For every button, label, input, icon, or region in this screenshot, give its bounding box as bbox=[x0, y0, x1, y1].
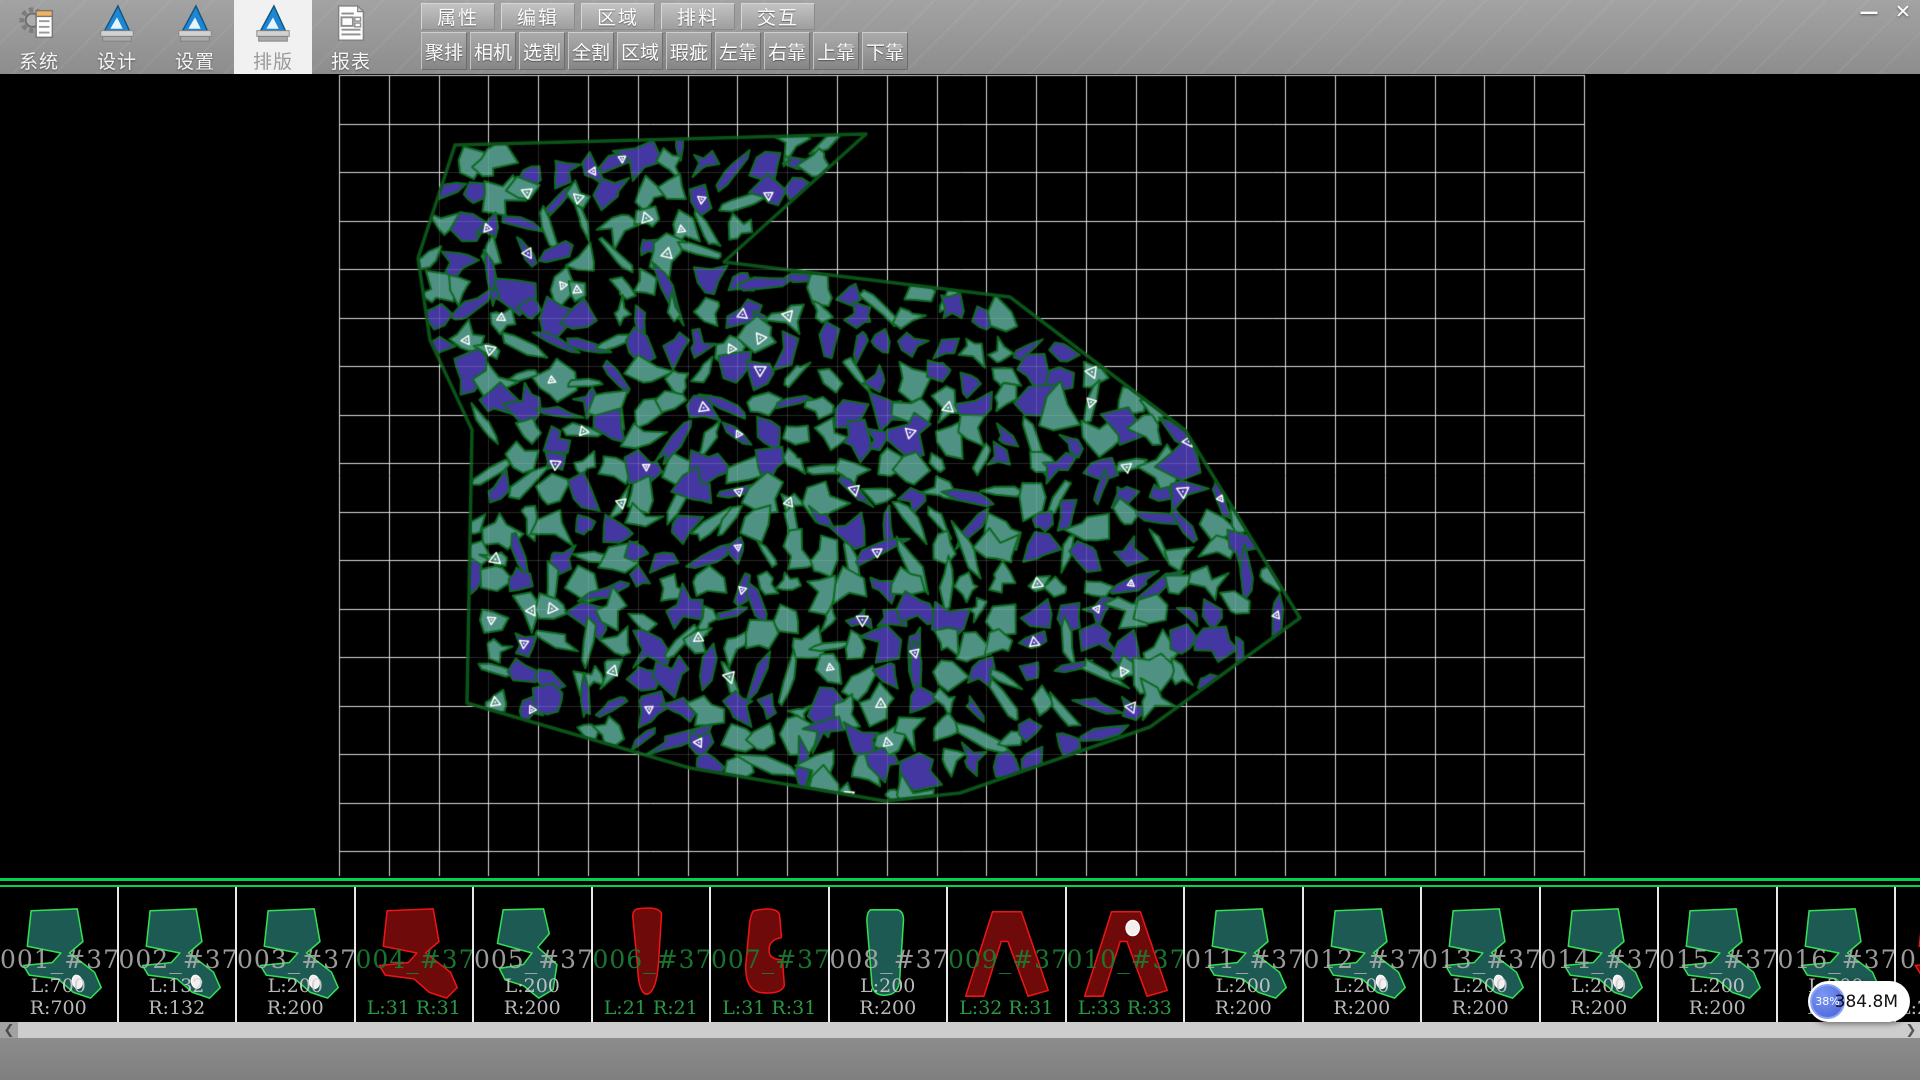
part-size-label: L:200 R:200 bbox=[1541, 975, 1658, 1019]
app-button-label: 系统 bbox=[19, 47, 59, 74]
part-size-label: L:200 R:200 bbox=[1304, 975, 1421, 1019]
part-name: 003_#37 bbox=[237, 945, 354, 974]
toolbar: 系统设计设置排版报表 属性编辑区域排料交互 聚排相机选割全割区域瑕疵左靠右靠上靠… bbox=[0, 0, 1920, 74]
part-thumbnail[interactable]: 009_#37 L:32 R:31 bbox=[948, 887, 1067, 1022]
part-size-label: L:32 R:31 bbox=[948, 997, 1065, 1019]
part-size-label: L:132 R:132 bbox=[119, 975, 236, 1019]
part-thumbnail[interactable]: 008_#37L:200 R:200 bbox=[830, 887, 949, 1022]
parts-panel-top-border bbox=[0, 878, 1920, 881]
scroll-left-arrow-icon[interactable]: ❮ bbox=[0, 1022, 18, 1038]
setsquare-icon bbox=[96, 4, 138, 44]
horizontal-scrollbar[interactable]: ❮ ❯ bbox=[0, 1022, 1920, 1038]
part-thumbnail[interactable]: 002_#37L:132 R:132 bbox=[119, 887, 238, 1022]
part-size-label: L:200 R:200 bbox=[1422, 975, 1539, 1019]
part-thumbnail[interactable]: 006_#37 L:21 R:21 bbox=[593, 887, 712, 1022]
part-thumbnail[interactable]: 015_#37L:200 R:200 bbox=[1659, 887, 1778, 1022]
window-controls: — ✕ bbox=[1856, 0, 1916, 24]
part-thumbnail[interactable]: 012_#37L:200 R:200 bbox=[1304, 887, 1423, 1022]
part-size-label: L:200 R:200 bbox=[830, 975, 947, 1019]
part-thumbnail[interactable]: 011_#37L:200 R:200 bbox=[1185, 887, 1304, 1022]
part-name: 007_#37 bbox=[711, 945, 828, 974]
action-button-snap-right[interactable]: 右靠 bbox=[764, 32, 810, 70]
setsquare-icon bbox=[174, 4, 216, 44]
part-name: 016_#37 bbox=[1778, 945, 1895, 974]
scroll-right-arrow-icon[interactable]: ❯ bbox=[1902, 1022, 1920, 1038]
menu-tab-nesting[interactable]: 排料 bbox=[661, 3, 735, 30]
part-thumbnail[interactable]: 007_#37 L:31 R:31 bbox=[711, 887, 830, 1022]
part-size-label: L:700 R:700 bbox=[0, 975, 117, 1019]
window-close-button[interactable]: ✕ bbox=[1890, 0, 1916, 24]
part-name: 011_#37 bbox=[1185, 945, 1302, 974]
part-thumbnail[interactable]: 005_#37L:200 R:200 bbox=[474, 887, 593, 1022]
action-button-flaw[interactable]: 瑕疵 bbox=[666, 32, 712, 70]
app-button-report[interactable]: 报表 bbox=[312, 0, 390, 74]
part-size-label: L:31 R:31 bbox=[356, 997, 473, 1019]
part-thumbnail[interactable]: 004_#37 L:31 R:31 bbox=[356, 887, 475, 1022]
menu-tab-region[interactable]: 区域 bbox=[581, 3, 655, 30]
part-name: 010_#37 bbox=[1067, 945, 1184, 974]
part-thumbnail[interactable]: 001_#37L:700 R:700 bbox=[0, 887, 119, 1022]
app-button-label: 设置 bbox=[175, 47, 215, 74]
app-button-label: 设计 bbox=[97, 47, 137, 74]
part-name: 008_#37 bbox=[830, 945, 947, 974]
part-name: 005_#37 bbox=[474, 945, 591, 974]
window-minimize-button[interactable]: — bbox=[1856, 0, 1882, 24]
part-name: 0 bbox=[1896, 945, 1920, 974]
part-name: 012_#37 bbox=[1304, 945, 1421, 974]
app-button-setup[interactable]: 设置 bbox=[156, 0, 234, 74]
menu-tab-interact[interactable]: 交互 bbox=[741, 3, 815, 30]
part-size-label: L:200 R:200 bbox=[237, 975, 354, 1019]
parts-list: 001_#37L:700 R:700002_#37L:132 R:132003_… bbox=[0, 887, 1920, 1022]
part-name: 013_#37 bbox=[1422, 945, 1539, 974]
part-size-label: L:31 R:31 bbox=[711, 997, 828, 1019]
action-button-snap-down[interactable]: 下靠 bbox=[862, 32, 908, 70]
action-buttons: 聚排相机选割全割区域瑕疵左靠右靠上靠下靠 bbox=[421, 32, 908, 70]
part-name: 004_#37 bbox=[356, 945, 473, 974]
report-icon bbox=[330, 4, 372, 44]
menu-tab-edit[interactable]: 编辑 bbox=[501, 3, 575, 30]
part-name: 015_#37 bbox=[1659, 945, 1776, 974]
menu-tab-properties[interactable]: 属性 bbox=[421, 3, 495, 30]
action-button-snap-left[interactable]: 左靠 bbox=[715, 32, 761, 70]
action-button-cut-all[interactable]: 全割 bbox=[568, 32, 614, 70]
memory-usage-label: 384.8M bbox=[1835, 981, 1898, 1022]
part-size-label: L:21 R:21 bbox=[593, 997, 710, 1019]
app-button-label: 报表 bbox=[331, 47, 371, 74]
part-size-label: L:200 R:200 bbox=[1659, 975, 1776, 1019]
app-button-design[interactable]: 设计 bbox=[78, 0, 156, 74]
setsquare-icon bbox=[252, 4, 294, 44]
memory-badge: 38% 384.8M bbox=[1808, 981, 1910, 1022]
part-name: 009_#37 bbox=[948, 945, 1065, 974]
gear-icon bbox=[18, 4, 60, 44]
action-button-select-cut[interactable]: 选割 bbox=[519, 32, 565, 70]
app-buttons: 系统 设计 设置 排版 报表 bbox=[0, 0, 390, 74]
part-size-label: L:200 R:200 bbox=[1185, 975, 1302, 1019]
part-thumbnail[interactable]: 010_#37 L:33 R:33 bbox=[1067, 887, 1186, 1022]
action-button-snap-up[interactable]: 上靠 bbox=[813, 32, 859, 70]
part-name: 014_#37 bbox=[1541, 945, 1658, 974]
app-button-nesting[interactable]: 排版 bbox=[234, 0, 312, 74]
app-button-system[interactable]: 系统 bbox=[0, 0, 78, 74]
part-size-label: L:200 R:200 bbox=[474, 975, 591, 1019]
part-name: 002_#37 bbox=[119, 945, 236, 974]
menu-tabs: 属性编辑区域排料交互 bbox=[421, 3, 815, 30]
parts-panel: 001_#37L:700 R:700002_#37L:132 R:132003_… bbox=[0, 878, 1920, 1022]
part-thumbnail[interactable]: 013_#37L:200 R:200 bbox=[1422, 887, 1541, 1022]
part-name: 006_#37 bbox=[593, 945, 710, 974]
part-size-label: L:33 R:33 bbox=[1067, 997, 1184, 1019]
nesting-canvas[interactable] bbox=[0, 74, 1920, 878]
status-bar bbox=[0, 1038, 1920, 1080]
app-button-label: 排版 bbox=[253, 47, 293, 74]
app-window: 系统设计设置排版报表 属性编辑区域排料交互 聚排相机选割全割区域瑕疵左靠右靠上靠… bbox=[0, 0, 1920, 1080]
action-button-camera[interactable]: 相机 bbox=[470, 32, 516, 70]
action-button-region[interactable]: 区域 bbox=[617, 32, 663, 70]
action-button-cluster-nest[interactable]: 聚排 bbox=[421, 32, 467, 70]
part-thumbnail[interactable]: 003_#37L:200 R:200 bbox=[237, 887, 356, 1022]
part-name: 001_#37 bbox=[0, 945, 117, 974]
part-thumbnail[interactable]: 014_#37L:200 R:200 bbox=[1541, 887, 1660, 1022]
